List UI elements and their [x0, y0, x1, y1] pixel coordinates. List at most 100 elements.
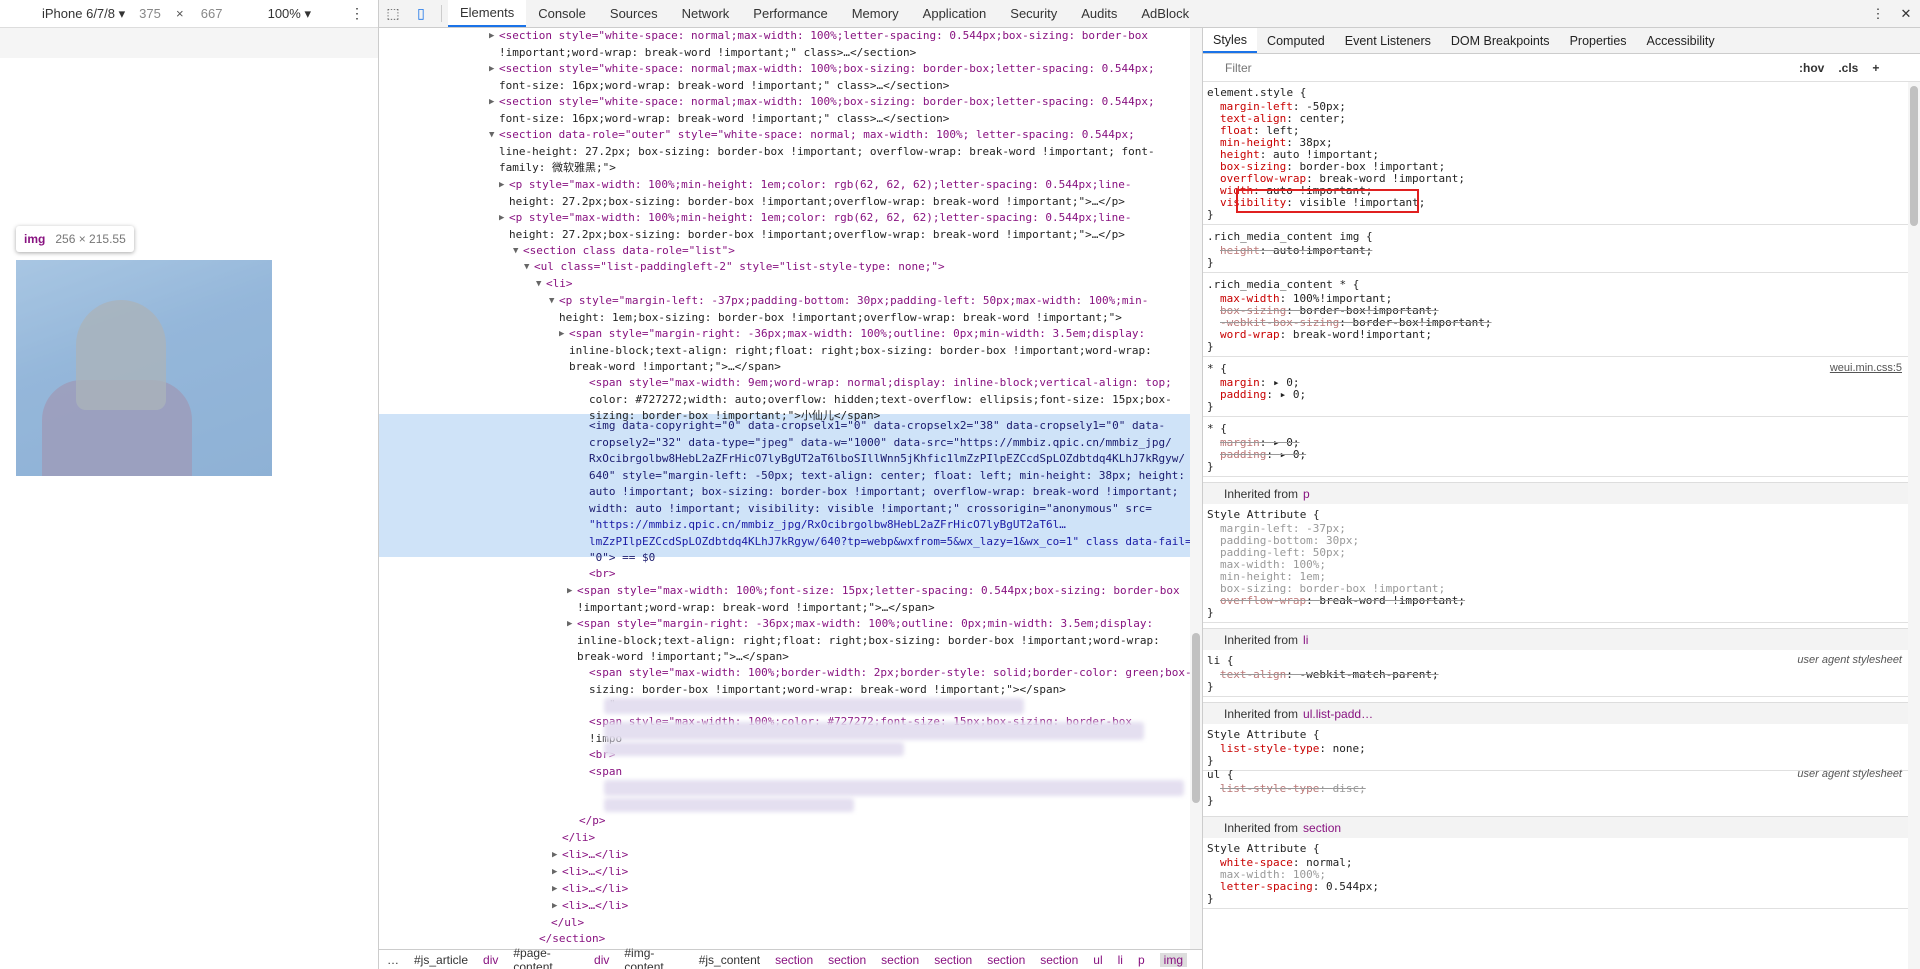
class-toggle-button[interactable]: .cls [1838, 61, 1858, 75]
tab-security[interactable]: Security [998, 0, 1069, 27]
dom-line[interactable]: line-height: 27.2px; box-sizing: border-… [499, 144, 1155, 161]
dom-line[interactable]: <section style="white-space: normal;max-… [499, 94, 1155, 111]
breadcrumb-item[interactable]: img [1159, 952, 1187, 967]
expand-arrow-icon[interactable]: ▶ [559, 326, 564, 343]
hover-state-button[interactable]: :hov [1799, 61, 1824, 75]
dom-line[interactable]: <li>…</li> [562, 898, 628, 915]
rule-selector[interactable]: .rich_media_content * { [1207, 278, 1359, 291]
breadcrumb-item[interactable]: section [828, 953, 866, 967]
dom-line[interactable]: sizing: border-box !important;word-wrap:… [589, 682, 1066, 699]
dom-line[interactable]: auto !important; box-sizing: border-box … [589, 484, 1178, 501]
expand-arrow-icon[interactable]: ▶ [552, 881, 557, 898]
device-width-input[interactable]: 375 [132, 6, 168, 21]
expand-arrow-icon[interactable]: ▼ [536, 276, 541, 293]
dom-line[interactable]: <p style="margin-left: -37px;padding-bot… [559, 293, 1148, 310]
property-value[interactable]: ▸ 0 [1280, 388, 1300, 401]
dom-line[interactable]: "https://mmbiz.qpic.cn/mmbiz_jpg/RxOcibr… [589, 517, 1066, 534]
property-name[interactable]: text-align [1220, 668, 1286, 681]
dom-line[interactable]: break-word !important;">…</span> [577, 649, 789, 666]
tab-sources[interactable]: Sources [598, 0, 670, 27]
expand-arrow-icon[interactable]: ▶ [552, 898, 557, 915]
dom-line[interactable]: <li>…</li> [562, 864, 628, 881]
devtools-menu-icon[interactable]: ⋮ [1864, 0, 1892, 27]
dom-line[interactable]: height: 27.2px;box-sizing: border-box !i… [509, 194, 1125, 211]
expand-arrow-icon[interactable]: ▼ [524, 259, 529, 276]
property-name[interactable]: list-style-type [1220, 782, 1319, 795]
dom-line[interactable]: <p style="max-width: 100%;min-height: 1e… [509, 210, 1132, 227]
tab-console[interactable]: Console [526, 0, 598, 27]
breadcrumb-item[interactable]: section [1040, 953, 1078, 967]
expand-arrow-icon[interactable]: ▶ [489, 94, 494, 111]
rule-selector[interactable]: element.style { [1207, 86, 1306, 99]
breadcrumb-item[interactable]: section [987, 953, 1025, 967]
style-property[interactable]: list-style-type: none; [1220, 742, 1366, 756]
inherited-from-link[interactable]: section [1303, 821, 1341, 835]
property-value[interactable]: none [1333, 742, 1360, 755]
style-property[interactable]: padding: ▸ 0; [1220, 388, 1306, 402]
property-value[interactable]: disc [1333, 782, 1360, 795]
dom-line[interactable]: </li> [562, 830, 595, 847]
style-property[interactable]: word-wrap: break-word!important; [1220, 328, 1432, 342]
breadcrumb-item[interactable]: p [1138, 953, 1145, 967]
inspect-element-icon[interactable]: ⬚ [379, 0, 407, 27]
styles-filter-input[interactable] [1225, 60, 1785, 75]
style-property[interactable]: height: auto!important; [1220, 244, 1372, 258]
property-name[interactable]: list-style-type [1220, 742, 1319, 755]
device-height-input[interactable]: 667 [194, 6, 230, 21]
dom-line[interactable]: <section style="white-space: normal;max-… [499, 61, 1155, 78]
dom-line[interactable]: <section style="white-space: normal;max-… [499, 28, 1148, 45]
property-value[interactable]: -webkit-match-parent [1299, 668, 1431, 681]
dom-line[interactable]: <img data-copyright="0" data-cropselx1="… [589, 418, 1165, 435]
tab-adblock[interactable]: AdBlock [1129, 0, 1201, 27]
style-property[interactable]: letter-spacing: 0.544px; [1220, 880, 1379, 894]
dom-line[interactable]: lmZzPIlpEZCcdSpLOZdbtdq4KLhJ7kRgyw/640?t… [589, 534, 1192, 551]
device-select[interactable]: iPhone 6/7/8 ▾ [42, 6, 132, 22]
expand-arrow-icon[interactable]: ▼ [513, 243, 518, 260]
rule-source-link[interactable]: user agent stylesheet [1797, 654, 1902, 666]
dom-line[interactable]: <section data-role="outer" style="white-… [499, 127, 1135, 144]
dom-line[interactable]: </ul> [551, 915, 584, 932]
add-rule-button[interactable]: + [1872, 61, 1879, 75]
expand-arrow-icon[interactable]: ▼ [549, 293, 554, 310]
expand-arrow-icon[interactable]: ▶ [489, 28, 494, 45]
breadcrumb-item[interactable]: section [775, 953, 813, 967]
dom-line[interactable]: font-size: 16px;word-wrap: break-word !i… [499, 78, 949, 95]
dom-line[interactable]: <br> [589, 566, 616, 583]
expand-arrow-icon[interactable]: ▶ [489, 61, 494, 78]
dom-line[interactable]: width: auto !important; visibility: visi… [589, 501, 1152, 518]
tab-computed[interactable]: Computed [1257, 28, 1335, 53]
inherited-from-link[interactable]: p [1303, 487, 1310, 501]
property-value[interactable]: auto!important [1273, 244, 1366, 257]
breadcrumb-item[interactable]: #img-content [624, 946, 683, 969]
expand-arrow-icon[interactable]: ▶ [552, 847, 557, 864]
zoom-select[interactable]: 100% ▾ [268, 6, 311, 22]
breadcrumb-item[interactable]: section [881, 953, 919, 967]
style-property[interactable]: list-style-type: disc; [1220, 782, 1366, 796]
inherited-from-link[interactable]: li [1303, 633, 1308, 647]
expand-arrow-icon[interactable]: ▶ [567, 583, 572, 600]
device-viewport[interactable]: img 256 × 215.55 [0, 28, 378, 808]
rule-selector[interactable]: li { [1207, 654, 1234, 667]
dom-line[interactable]: <section class data-role="list"> [523, 243, 735, 260]
property-name[interactable]: height [1220, 244, 1260, 257]
breadcrumb-item[interactable]: div [483, 953, 498, 967]
dom-line[interactable]: height: 1em;box-sizing: border-box !impo… [559, 310, 1122, 327]
dom-line[interactable]: !important;word-wrap: break-word !import… [499, 45, 916, 62]
dom-line[interactable]: <span style="max-width: 100%;border-widt… [589, 665, 1192, 682]
tab-event-listeners[interactable]: Event Listeners [1335, 28, 1441, 53]
property-value[interactable]: 0.544px [1326, 880, 1372, 893]
breadcrumb-item[interactable]: #page-content [513, 946, 579, 969]
tab-network[interactable]: Network [670, 0, 742, 27]
scrollbar-thumb[interactable] [1192, 633, 1200, 803]
property-name[interactable]: padding [1220, 448, 1266, 461]
property-name[interactable]: letter-spacing [1220, 880, 1313, 893]
rule-selector[interactable]: ul { [1207, 768, 1234, 781]
expand-arrow-icon[interactable]: ▶ [499, 210, 504, 227]
highlighted-image[interactable] [16, 260, 272, 476]
expand-arrow-icon[interactable]: ▶ [499, 177, 504, 194]
property-value[interactable]: break-word!important [1293, 328, 1425, 341]
style-property[interactable]: text-align: -webkit-match-parent; [1220, 668, 1439, 682]
dom-line[interactable]: inline-block;text-align: right;float: ri… [569, 343, 1152, 360]
rule-selector[interactable]: * { [1207, 422, 1227, 435]
dom-line[interactable]: inline-block;text-align: right;float: ri… [577, 633, 1160, 650]
